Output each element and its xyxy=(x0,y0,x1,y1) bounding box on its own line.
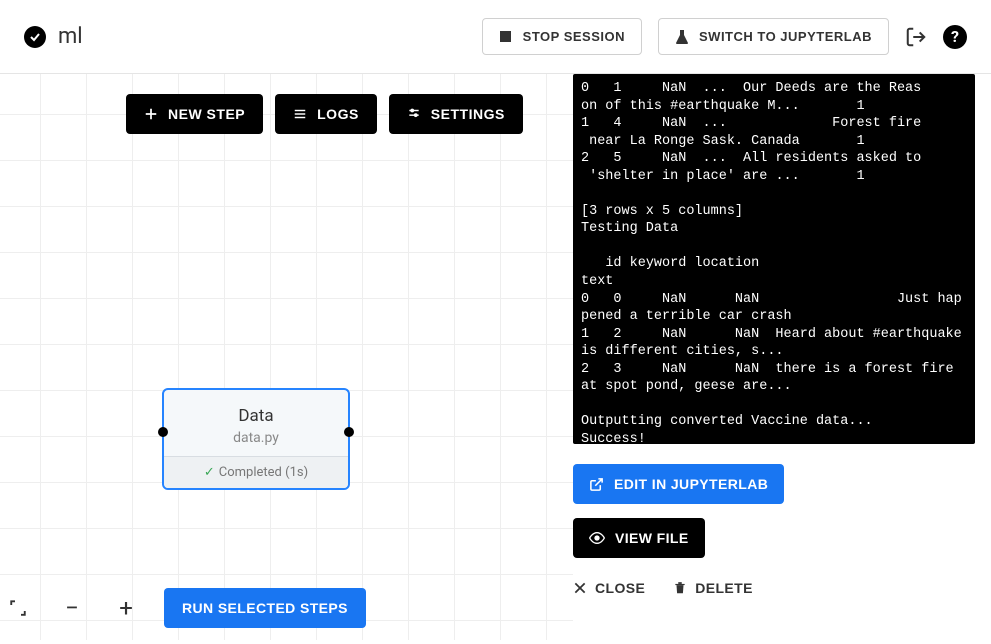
settings-label: SETTINGS xyxy=(431,106,505,122)
node-port-right[interactable] xyxy=(344,427,354,437)
side-panel: 0 1 NaN ... Our Deeds are the Reas on of… xyxy=(573,74,991,640)
main: NEW STEP LOGS SETTINGS Data data.py xyxy=(0,74,991,640)
external-link-icon xyxy=(589,477,604,492)
new-step-label: NEW STEP xyxy=(168,106,245,122)
panel-footer: CLOSE DELETE xyxy=(573,580,975,596)
header: ml STOP SESSION SWITCH TO JUPYTERLAB ? xyxy=(0,0,991,74)
close-label: CLOSE xyxy=(595,580,645,596)
view-file-label: VIEW FILE xyxy=(615,530,689,546)
plus-icon xyxy=(144,107,158,121)
help-icon[interactable]: ? xyxy=(943,25,967,49)
trash-icon xyxy=(673,580,687,596)
run-selected-steps-button[interactable]: RUN SELECTED STEPS xyxy=(164,588,366,628)
zoom-in-button[interactable]: + xyxy=(110,592,142,624)
stop-icon xyxy=(499,30,513,44)
bottom-controls: − + RUN SELECTED STEPS xyxy=(0,588,366,628)
logout-icon[interactable] xyxy=(905,26,927,48)
header-left: ml xyxy=(24,24,470,49)
node-body: Data data.py xyxy=(164,390,348,456)
stop-session-button[interactable]: STOP SESSION xyxy=(482,18,642,55)
project-title: ml xyxy=(58,24,83,49)
node-title: Data xyxy=(174,406,338,426)
switch-jupyterlab-button[interactable]: SWITCH TO JUPYTERLAB xyxy=(658,18,889,55)
close-icon xyxy=(573,581,587,595)
logs-label: LOGS xyxy=(317,106,359,122)
edit-jupyter-label: EDIT IN JUPYTERLAB xyxy=(614,476,768,492)
node-status: ✓ Completed (1s) xyxy=(164,456,348,488)
zoom-out-button[interactable]: − xyxy=(56,592,88,624)
sliders-icon xyxy=(407,107,421,121)
panel-actions: EDIT IN JUPYTERLAB VIEW FILE xyxy=(573,464,975,558)
list-icon xyxy=(293,107,307,121)
logs-button[interactable]: LOGS xyxy=(275,94,377,134)
run-selected-label: RUN SELECTED STEPS xyxy=(182,600,348,616)
node-file: data.py xyxy=(174,430,338,446)
canvas-toolbar: NEW STEP LOGS SETTINGS xyxy=(126,94,523,134)
pipeline-node-data[interactable]: Data data.py ✓ Completed (1s) xyxy=(162,388,350,490)
flask-icon xyxy=(675,30,689,44)
node-port-left[interactable] xyxy=(158,427,168,437)
status-check-icon xyxy=(24,26,46,48)
edit-in-jupyterlab-button[interactable]: EDIT IN JUPYTERLAB xyxy=(573,464,784,504)
check-icon: ✓ xyxy=(204,465,215,480)
delete-label: DELETE xyxy=(695,580,753,596)
header-right: STOP SESSION SWITCH TO JUPYTERLAB ? xyxy=(482,18,967,55)
terminal-output: 0 1 NaN ... Our Deeds are the Reas on of… xyxy=(573,74,975,444)
node-status-text: Completed (1s) xyxy=(219,465,308,480)
stop-session-label: STOP SESSION xyxy=(523,29,625,44)
eye-icon xyxy=(589,530,605,546)
switch-jupyterlab-label: SWITCH TO JUPYTERLAB xyxy=(699,29,872,44)
delete-button[interactable]: DELETE xyxy=(673,580,753,596)
close-button[interactable]: CLOSE xyxy=(573,580,645,596)
canvas[interactable]: NEW STEP LOGS SETTINGS Data data.py xyxy=(0,74,573,640)
new-step-button[interactable]: NEW STEP xyxy=(126,94,263,134)
fullscreen-icon[interactable] xyxy=(2,592,34,624)
settings-button[interactable]: SETTINGS xyxy=(389,94,523,134)
view-file-button[interactable]: VIEW FILE xyxy=(573,518,705,558)
